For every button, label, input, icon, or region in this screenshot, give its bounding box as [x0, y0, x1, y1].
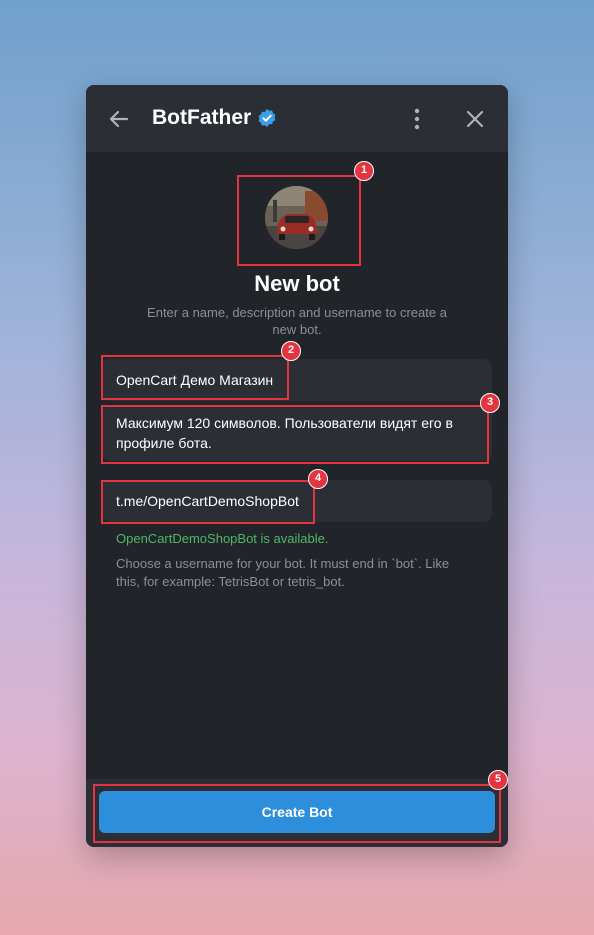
- bot-avatar[interactable]: [265, 186, 328, 249]
- username-status: OpenCartDemoShopBot is available.: [116, 531, 329, 546]
- annotation-marker-2: 2: [281, 341, 301, 361]
- more-vertical-icon: [414, 108, 420, 130]
- more-options-button[interactable]: [404, 106, 430, 132]
- botfather-window: BotFather New bot Enter a name, descript…: [86, 85, 508, 847]
- annotation-marker-1: 1: [354, 161, 374, 181]
- bot-name-input[interactable]: OpenCart Демо Магазин: [102, 359, 492, 401]
- verified-badge-icon: [257, 108, 277, 128]
- username-hint: Choose a username for your bot. It must …: [116, 556, 450, 589]
- create-bot-button[interactable]: Create Bot: [99, 791, 495, 833]
- back-button[interactable]: [106, 106, 132, 132]
- annotation-marker-4: 4: [308, 469, 328, 489]
- annotation-marker-5: 5: [488, 770, 508, 790]
- close-icon: [466, 110, 484, 128]
- page-subtitle: Enter a name, description and username t…: [147, 305, 447, 337]
- header: BotFather: [86, 85, 508, 152]
- chat-title: BotFather: [152, 106, 252, 129]
- annotation-marker-3: 3: [480, 393, 500, 413]
- close-button[interactable]: [462, 106, 488, 132]
- bot-description-input[interactable]: Максимум 120 символов. Пользователи видя…: [102, 405, 492, 461]
- bot-avatar-image: [265, 186, 328, 249]
- bot-username-input[interactable]: t.me/OpenCartDemoShopBot: [102, 480, 492, 522]
- page-title: New bot: [254, 271, 340, 296]
- footer: Create Bot: [86, 779, 508, 847]
- arrow-left-icon: [109, 110, 129, 128]
